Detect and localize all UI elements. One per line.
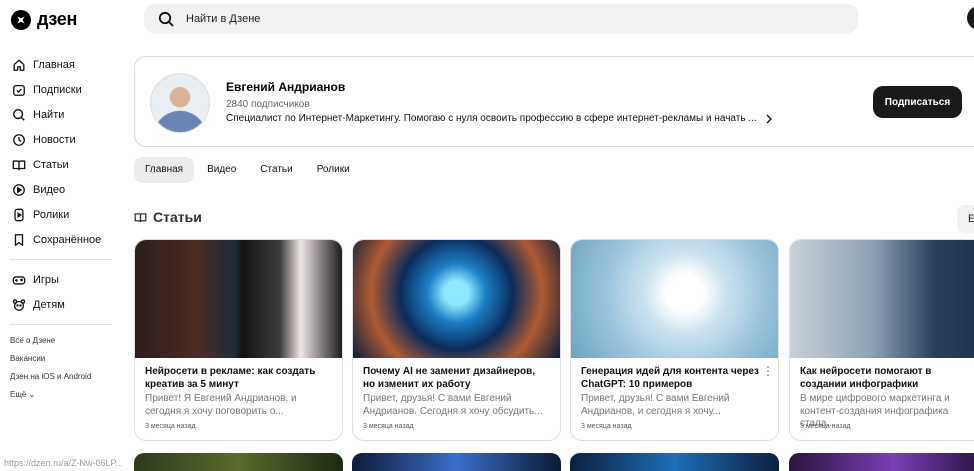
article-date: 3 месяца назад: [800, 423, 851, 430]
channel-name[interactable]: Евгений Андрианов: [226, 80, 345, 94]
user-avatar[interactable]: [967, 6, 974, 30]
channel-description[interactable]: Специалист по Интернет-Маркетингу. Помог…: [226, 113, 773, 124]
logo-text: дзен: [37, 9, 78, 29]
article-card[interactable]: Как нейросети помогают в создании инфогр…: [789, 239, 974, 441]
sidebar-item-label: Главная: [33, 58, 75, 71]
sidebar-item-saved[interactable]: Сохранённое: [0, 227, 112, 252]
article-card-partial[interactable]: [134, 453, 343, 471]
article-card-partial[interactable]: [789, 453, 974, 471]
sidebar-item-label: Найти: [33, 108, 65, 121]
article-thumbnail: [571, 240, 778, 358]
sidebar-item-label: Подписки: [33, 83, 82, 96]
article-card[interactable]: Почему AI не заменит дизайнеров, но изме…: [352, 239, 561, 441]
home-icon: [13, 59, 25, 71]
section-title: Статьи: [153, 209, 202, 225]
article-title: Почему AI не заменит дизайнеров, но изме…: [363, 366, 536, 390]
articles-icon: [134, 212, 147, 222]
shorts-icon: [14, 208, 24, 221]
section-more-button[interactable]: Е: [957, 205, 974, 233]
sidebar-item-label: Статьи: [33, 158, 69, 171]
article-date: 3 месяца назад: [145, 423, 196, 430]
dzen-logo[interactable]: дзен: [11, 9, 77, 30]
kids-icon: [12, 298, 26, 311]
sidebar-item-news[interactable]: Новости: [0, 127, 112, 152]
article-thumbnail: [790, 240, 974, 358]
sidebar-item-shorts[interactable]: Ролики: [0, 202, 112, 227]
article-snippet: Привет, друзья! С вами Евгений Андрианов…: [363, 393, 543, 417]
sidebar-item-label: Ролики: [33, 208, 70, 221]
footer-link-jobs[interactable]: Вакансии: [0, 350, 112, 368]
article-title: Нейросети в рекламе: как создать креатив…: [145, 366, 316, 390]
chevron-right-icon: [766, 114, 772, 123]
articles-icon: [12, 159, 26, 170]
gamepad-icon: [12, 275, 26, 285]
tab-video[interactable]: Видео: [196, 157, 247, 183]
sidebar-item-label: Новости: [33, 133, 76, 146]
channel-avatar[interactable]: [150, 73, 210, 133]
channel-header-card: Евгений Андрианов 2840 подписчиков Специ…: [134, 56, 974, 147]
sidebar-item-kids[interactable]: Детям: [0, 292, 112, 317]
footer-link-more[interactable]: Ещё ⌄: [0, 386, 112, 404]
sidebar-divider: [10, 259, 112, 260]
subscriptions-icon: [13, 84, 25, 96]
news-icon: [13, 133, 25, 146]
footer-link-about[interactable]: Всё о Дзене: [0, 332, 112, 350]
sidebar-item-games[interactable]: Игры: [0, 267, 112, 292]
article-card[interactable]: Нейросети в рекламе: как создать креатив…: [134, 239, 343, 441]
subscriber-count: 2840 подписчиков: [226, 99, 310, 110]
sidebar-item-home[interactable]: Главная: [0, 52, 112, 77]
article-date: 3 месяца назад: [363, 423, 414, 430]
video-icon: [13, 183, 25, 196]
article-snippet: Привет! Я Евгений Андрианов, и сегодня я…: [145, 393, 297, 417]
chevron-down-icon: ⌄: [28, 390, 36, 399]
article-date: 3 месяца назад: [581, 423, 632, 430]
search-bar[interactable]: [144, 4, 858, 33]
dzen-star-icon: [11, 9, 31, 30]
sidebar-item-search[interactable]: Найти: [0, 102, 112, 127]
article-thumbnail: [353, 240, 560, 358]
sidebar-item-label: Игры: [33, 273, 59, 286]
sidebar-item-label: Видео: [33, 183, 66, 196]
tab-home[interactable]: Главная: [134, 157, 195, 183]
more-options-icon[interactable]: ⋮: [762, 365, 774, 379]
search-icon: [158, 11, 174, 26]
search-icon: [13, 108, 25, 121]
article-title: Как нейросети помогают в создании инфогр…: [800, 366, 932, 390]
footer-more-label: Ещё: [10, 390, 27, 399]
section-header: Статьи: [134, 209, 202, 225]
status-url: https://dzen.ru/a/Z-Nw-06LP...: [0, 455, 123, 471]
article-thumbnail: [135, 240, 342, 358]
sidebar: Главная Подписки Найти Новости Статьи Ви…: [0, 52, 112, 404]
article-snippet: Привет, друзья! С вами Евгений Андрианов…: [581, 393, 730, 417]
sidebar-item-subscriptions[interactable]: Подписки: [0, 77, 112, 102]
tab-articles[interactable]: Статьи: [249, 157, 303, 183]
article-card-partial[interactable]: [352, 453, 561, 471]
article-title: Генерация идей для контента через ChatGP…: [581, 366, 759, 390]
tab-shorts[interactable]: Ролики: [306, 157, 361, 183]
article-card-partial[interactable]: [570, 453, 779, 471]
bookmark-icon: [14, 233, 24, 246]
search-input[interactable]: [186, 12, 786, 25]
footer-link-apps[interactable]: Дзен на iOS и Android: [0, 368, 112, 386]
sidebar-item-articles[interactable]: Статьи: [0, 152, 112, 177]
sidebar-item-label: Сохранённое: [33, 233, 102, 246]
sidebar-item-video[interactable]: Видео: [0, 177, 112, 202]
sidebar-item-label: Детям: [33, 298, 65, 311]
sidebar-divider: [10, 324, 112, 325]
article-card[interactable]: Генерация идей для контента через ChatGP…: [570, 239, 779, 441]
channel-tabs: Главная Видео Статьи Ролики: [134, 157, 361, 183]
channel-description-text: Специалист по Интернет-Маркетингу. Помог…: [226, 113, 757, 124]
subscribe-button[interactable]: Подписаться: [873, 86, 962, 118]
